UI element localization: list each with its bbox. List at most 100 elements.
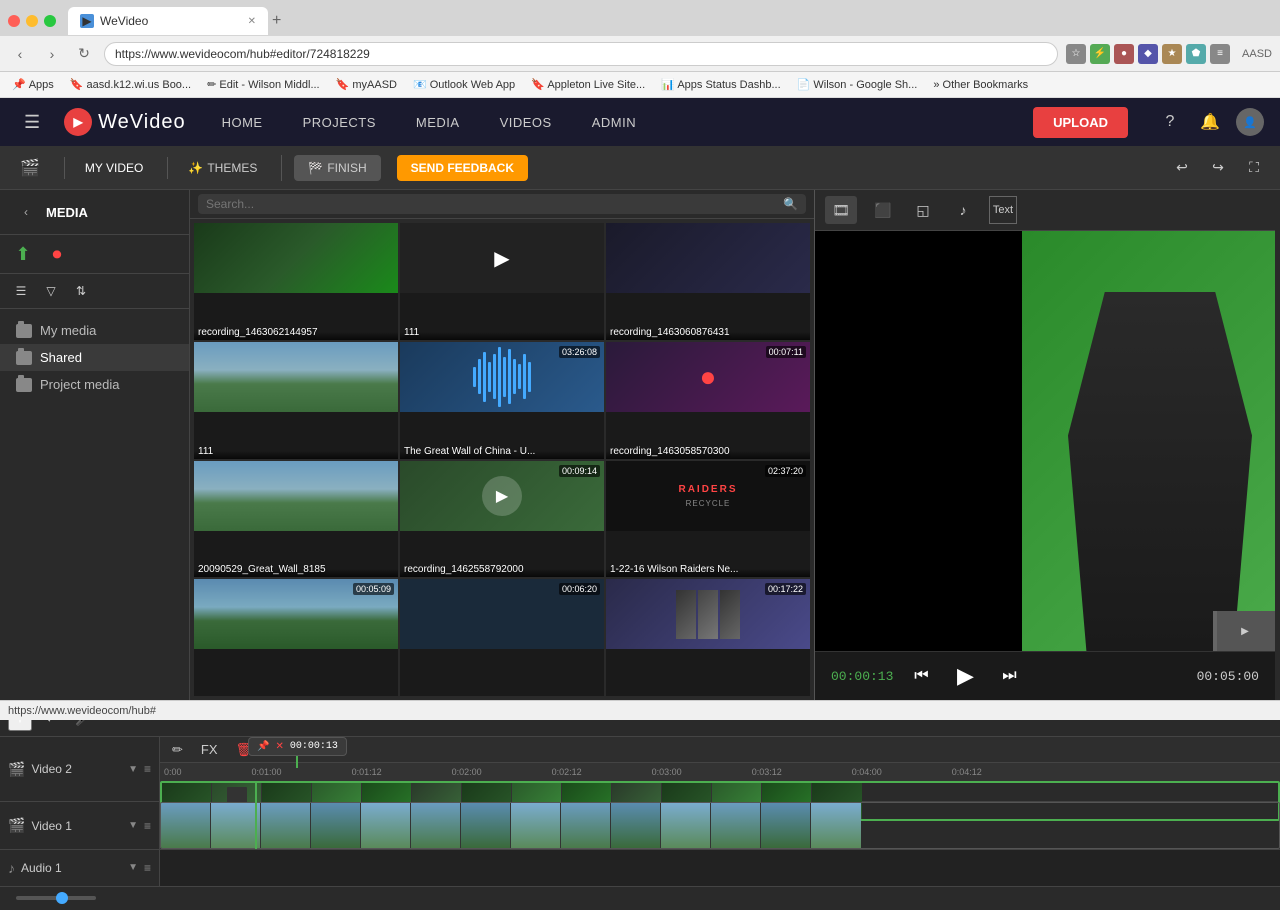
media-duration: 00:07:11 [766, 346, 806, 358]
menu-icon[interactable]: ≡ [1210, 44, 1230, 64]
upload-media-button[interactable]: ⬆ [10, 241, 36, 267]
track1-menu-button[interactable]: ≡ [144, 819, 151, 833]
media-item[interactable]: ▶ 111 [400, 223, 604, 340]
minimize-light[interactable] [26, 15, 38, 27]
extension4-icon[interactable]: ★ [1162, 44, 1182, 64]
filter-button[interactable]: ▽ [38, 278, 64, 304]
bookmark-apps-status[interactable]: 📊 Apps Status Dashb... [657, 76, 784, 93]
extension3-icon[interactable]: ◆ [1138, 44, 1158, 64]
bookmark-wilson[interactable]: 📄 Wilson - Google Sh... [793, 76, 922, 93]
pencil-tool[interactable]: ✏ [166, 740, 189, 760]
nav-admin[interactable]: ADMIN [572, 98, 656, 146]
bookmark-edit[interactable]: ✏ Edit - Wilson Middl... [203, 76, 324, 93]
url-input[interactable] [104, 42, 1058, 66]
media-label-overlay: 1-22-16 Wilson Raiders Ne... [606, 569, 810, 577]
media-item-name: 1-22-16 Wilson Raiders Ne... [610, 564, 738, 575]
star-icon[interactable]: ☆ [1066, 44, 1086, 64]
track1-collapse-button[interactable]: ▼ [128, 820, 138, 831]
undo-button[interactable]: ↩ [1168, 154, 1196, 182]
video1-track-content[interactable] [160, 802, 1280, 849]
media-item[interactable]: 20090529_Great_Wall_8185 [194, 461, 398, 578]
audio-track-icon: ♪ [8, 860, 15, 876]
playhead-time-display: 00:00:13 [290, 741, 338, 752]
bookmark-outlook[interactable]: 📧 Outlook Web App [409, 76, 519, 93]
track-menu-button[interactable]: ≡ [144, 762, 151, 776]
media-back-button[interactable]: ‹ [12, 198, 40, 226]
upload-button[interactable]: UPLOAD [1033, 107, 1128, 138]
extension2-icon[interactable]: ● [1114, 44, 1134, 64]
record-button[interactable]: ⏺ [44, 241, 70, 267]
track-collapse-button[interactable]: ▼ [128, 764, 138, 775]
my-media-nav-item[interactable]: My media [0, 317, 189, 344]
volume-knob[interactable] [56, 892, 68, 904]
bookmark-other[interactable]: » Other Bookmarks [929, 77, 1032, 93]
playhead-close-icon[interactable]: ✕ [275, 741, 283, 752]
play-button[interactable]: ▶ [949, 660, 981, 692]
audio1-track-content[interactable] [160, 850, 1280, 886]
folder-icon [16, 378, 32, 392]
media-item[interactable]: 00:06:20 [400, 579, 604, 696]
bookmark-appleton[interactable]: 🔖 Appleton Live Site... [527, 76, 649, 93]
audio-icon-button[interactable]: ♪ [949, 196, 977, 224]
fx-tool[interactable]: FX [195, 740, 224, 759]
redo-button[interactable]: ↪ [1204, 154, 1232, 182]
skip-forward-button[interactable]: ⏭ [993, 660, 1025, 692]
user-avatar[interactable]: 👤 [1236, 108, 1264, 136]
media-item[interactable]: recording_1463060876431 [606, 223, 810, 340]
search-input[interactable] [206, 194, 779, 214]
refresh-button[interactable]: ↻ [72, 42, 96, 66]
video2-track: 🎬 Video 2 ▼ ≡ 📌 ✕ 00:00:13 ✏ [0, 737, 1280, 802]
extension-icon[interactable]: ⚡ [1090, 44, 1110, 64]
feedback-button[interactable]: SEND FEEDBACK [397, 155, 528, 181]
color-icon-button[interactable]: ◱ [909, 196, 937, 224]
clip-icon-button[interactable]: ⬛ [869, 196, 897, 224]
shared-nav-item[interactable]: Shared [0, 344, 189, 371]
media-item[interactable]: ▶ 00:09:14 recording_1462558792000 [400, 461, 604, 578]
nav-projects[interactable]: PROJECTS [283, 98, 396, 146]
media-item[interactable]: ● 00:07:11 recording_1463058570300 [606, 342, 810, 459]
themes-button[interactable]: ✨ THEMES [180, 157, 265, 179]
browser-tab[interactable]: ▶ WeVideo ✕ [68, 7, 268, 35]
media-icon-button[interactable]: 🎞 [825, 196, 857, 224]
list-view-button[interactable]: ☰ [8, 278, 34, 304]
maximize-light[interactable] [44, 15, 56, 27]
media-item[interactable]: 00:05:09 [194, 579, 398, 696]
bookmark-apps[interactable]: 📌 Apps [8, 76, 58, 93]
media-item[interactable]: RAIDERS RECYCLE 02:37:20 1-22-16 Wilson … [606, 461, 810, 578]
media-item[interactable]: 111 [194, 342, 398, 459]
volume-slider[interactable] [16, 896, 96, 900]
close-light[interactable] [8, 15, 20, 27]
nav-videos[interactable]: VIDEOS [480, 98, 572, 146]
forward-button[interactable]: › [40, 42, 64, 66]
hamburger-menu[interactable]: ☰ [16, 108, 48, 137]
nav-media[interactable]: MEDIA [396, 98, 480, 146]
audio-track-menu[interactable]: ≡ [144, 861, 151, 875]
header-icons: ? 🔔 👤 [1156, 108, 1264, 136]
audio-track-collapse[interactable]: ▼ [128, 862, 138, 873]
my-video-button[interactable]: MY VIDEO [77, 157, 151, 179]
fullscreen-button[interactable]: ⛶ [1240, 154, 1268, 182]
help-icon[interactable]: ? [1156, 108, 1184, 136]
text-icon-button[interactable]: Text [989, 196, 1017, 224]
traffic-lights [8, 15, 56, 27]
volume-slider-container[interactable] [16, 896, 96, 900]
bell-icon[interactable]: 🔔 [1196, 108, 1224, 136]
extension5-icon[interactable]: ⬟ [1186, 44, 1206, 64]
user-label: AASD [1242, 48, 1272, 60]
new-tab-button[interactable]: + [272, 12, 281, 30]
media-item[interactable]: recording_1463062144957 [194, 223, 398, 340]
preview-next-frame: ▶ [1215, 611, 1275, 651]
bookmark-myaasd[interactable]: 🔖 myAASD [332, 76, 401, 93]
finish-button[interactable]: 🏁 FINISH [294, 155, 380, 181]
media-panel-icon[interactable]: 🎬 [12, 154, 48, 182]
sort-button[interactable]: ⇅ [68, 278, 94, 304]
tab-close-button[interactable]: ✕ [248, 16, 256, 27]
skip-back-button[interactable]: ⏮ [905, 660, 937, 692]
media-thumbnail [194, 223, 398, 293]
media-item[interactable]: 03:26:08 The Great Wall of China - U... [400, 342, 604, 459]
media-item[interactable]: 00:17:22 [606, 579, 810, 696]
nav-home[interactable]: HOME [202, 98, 283, 146]
back-button[interactable]: ‹ [8, 42, 32, 66]
bookmark-aasd[interactable]: 🔖 aasd.k12.wi.us Boo... [66, 76, 195, 93]
project-media-nav-item[interactable]: Project media [0, 371, 189, 398]
